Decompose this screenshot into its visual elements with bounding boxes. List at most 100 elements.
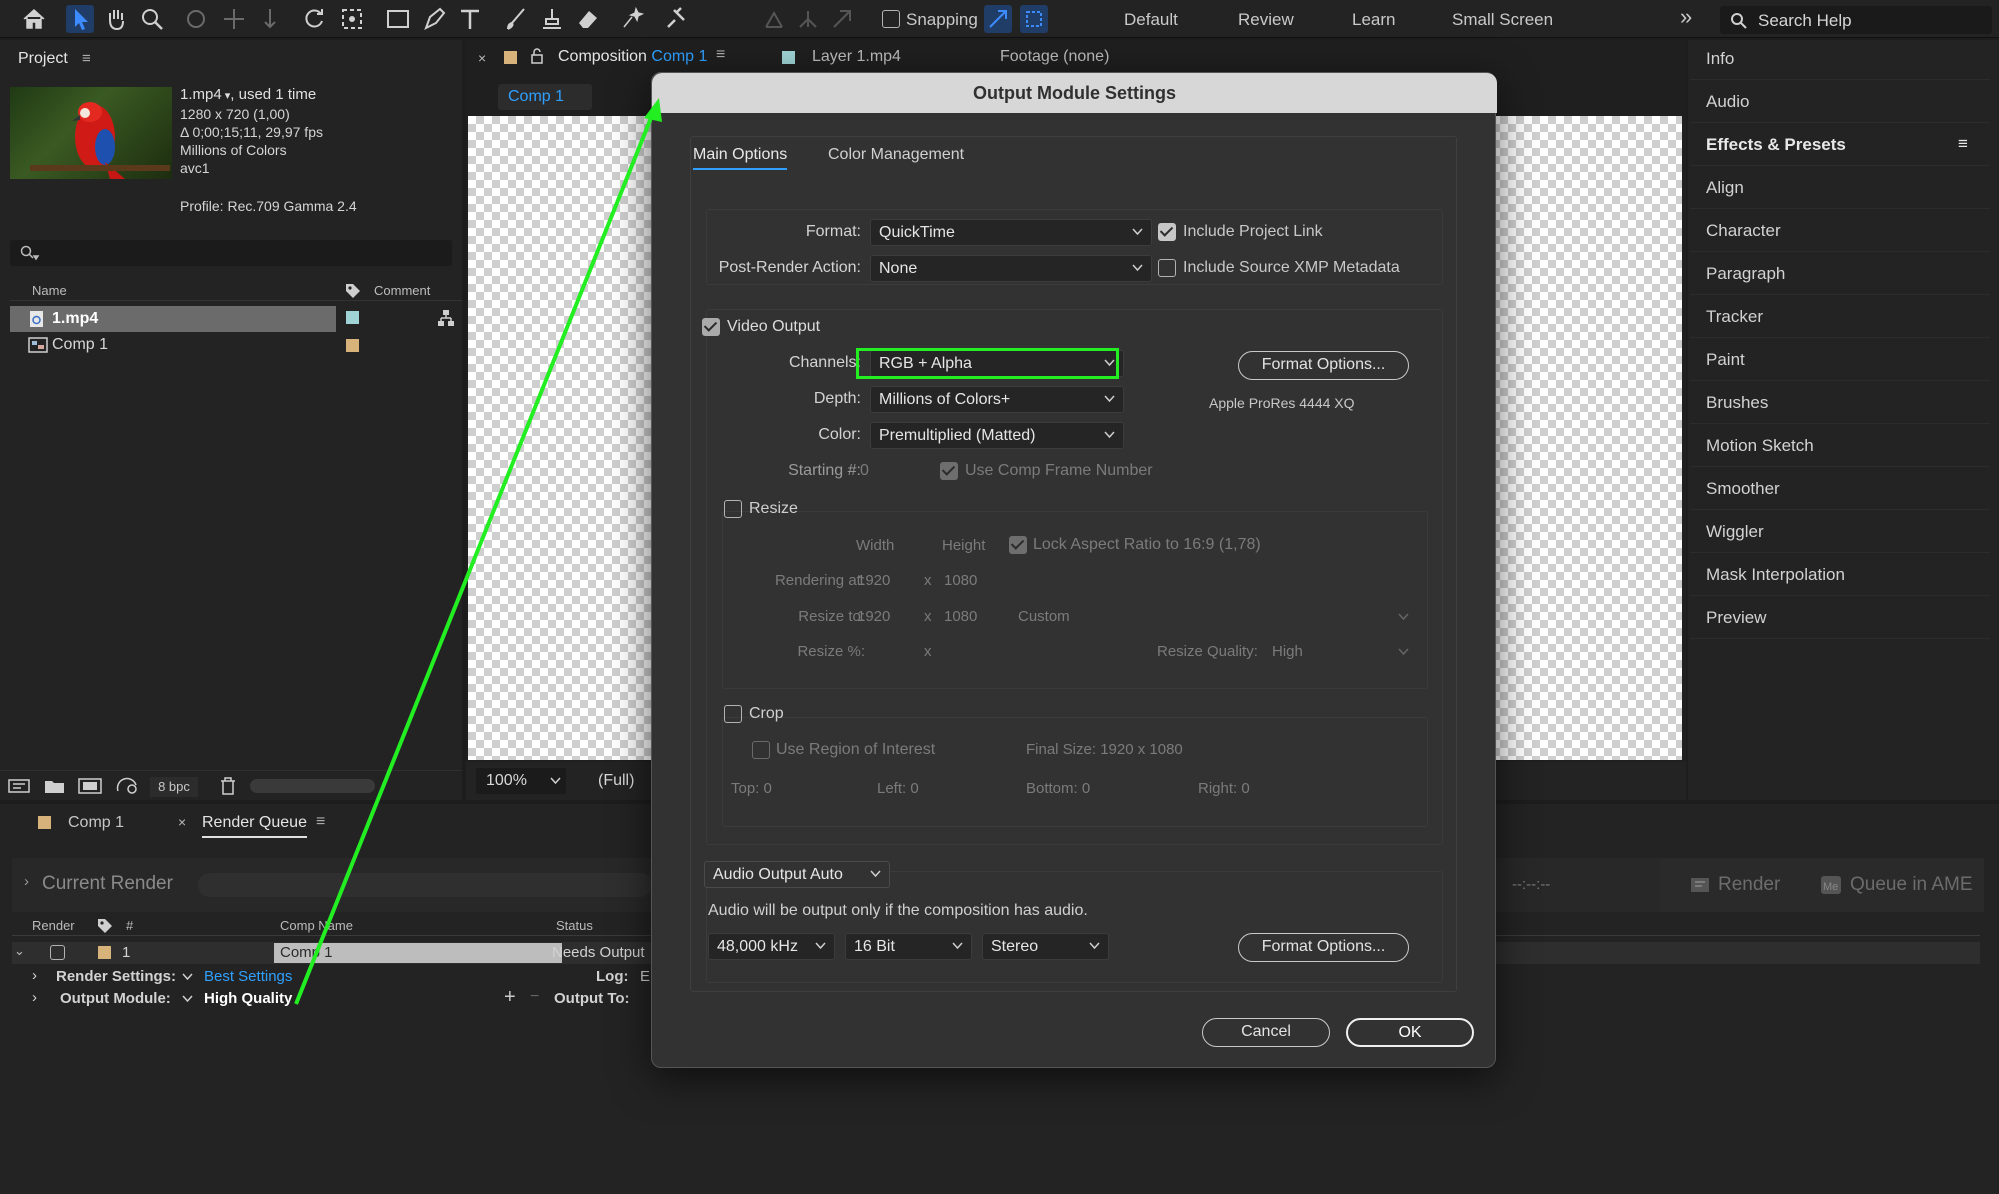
panel-menu-icon[interactable]: ≡ [716, 46, 725, 64]
panel-menu-icon[interactable]: ≡ [316, 813, 325, 831]
queue-item-comp-name[interactable]: Comp 1 [274, 943, 562, 963]
expand-chevron-icon[interactable]: › [32, 967, 37, 984]
sample-rate-dropdown[interactable]: 48,000 kHz [708, 933, 835, 960]
panel-effects-presets[interactable]: Effects & Presets ≡ [1690, 124, 1990, 166]
anchor-point-tool-icon[interactable] [338, 5, 366, 33]
tab-main-options[interactable]: Main Options [693, 146, 788, 170]
add-output-module-icon[interactable]: + [504, 986, 516, 1009]
workspace-small-screen[interactable]: Small Screen [1452, 10, 1553, 30]
panel-motion-sketch[interactable]: Motion Sketch [1690, 425, 1990, 467]
project-tab[interactable]: Project [18, 50, 68, 68]
pan-camera-icon[interactable] [220, 5, 248, 33]
label-swatch[interactable] [346, 339, 359, 352]
col-number-header[interactable]: # [126, 918, 133, 933]
crop-top[interactable]: Top: 0 [731, 780, 772, 797]
dolly-camera-icon[interactable] [256, 5, 284, 33]
panel-paragraph[interactable]: Paragraph [1690, 253, 1990, 295]
magnification-dropdown[interactable]: 100% [476, 768, 566, 794]
post-render-dropdown[interactable]: None [870, 255, 1152, 282]
render-queue-tab[interactable]: Render Queue [202, 814, 307, 838]
chevron-down-icon[interactable] [182, 995, 193, 1003]
render-settings-value[interactable]: Best Settings [204, 968, 292, 985]
resize-height-input[interactable]: 1080 [944, 608, 977, 625]
use-region-of-interest-checkbox[interactable] [752, 741, 770, 759]
include-xmp-checkbox[interactable] [1158, 259, 1176, 277]
label-tag-icon[interactable] [96, 917, 114, 933]
use-comp-frame-checkbox[interactable] [940, 462, 958, 480]
render-checkbox[interactable] [50, 945, 65, 960]
new-composition-icon[interactable] [78, 777, 102, 795]
panel-menu-icon[interactable]: ≡ [82, 50, 91, 67]
cancel-button[interactable]: Cancel [1202, 1018, 1330, 1047]
align-axis-world-icon[interactable] [794, 5, 822, 33]
workspace-default[interactable]: Default [1124, 10, 1178, 30]
remove-output-module-icon[interactable]: − [530, 988, 539, 1006]
selection-tool-icon[interactable] [66, 5, 94, 33]
panel-wiggler[interactable]: Wiggler [1690, 511, 1990, 553]
panel-brushes[interactable]: Brushes [1690, 382, 1990, 424]
render-button[interactable]: Render [1718, 874, 1780, 896]
crop-bottom[interactable]: Bottom: 0 [1026, 780, 1090, 797]
crop-checkbox[interactable] [724, 705, 742, 723]
panel-tracker[interactable]: Tracker [1690, 296, 1990, 338]
color-dropdown[interactable]: Premultiplied (Matted) [870, 422, 1124, 449]
flowchart-icon[interactable] [436, 308, 456, 328]
zoom-tool-icon[interactable] [138, 5, 166, 33]
roto-brush-tool-icon[interactable] [618, 5, 646, 33]
home-icon[interactable] [20, 5, 48, 33]
hand-tool-icon[interactable] [102, 5, 130, 33]
panel-menu-icon[interactable]: ≡ [1958, 134, 1968, 154]
lock-aspect-checkbox[interactable] [1009, 536, 1027, 554]
output-module-value[interactable]: High Quality [204, 990, 292, 1007]
close-tab-icon[interactable]: × [478, 50, 486, 66]
chevron-down-icon[interactable] [182, 973, 193, 981]
composition-tab[interactable]: Composition Comp 1 [558, 48, 707, 66]
clone-stamp-tool-icon[interactable] [538, 5, 566, 33]
col-render-header[interactable]: Render [32, 918, 75, 933]
audio-bit-depth-dropdown[interactable]: 16 Bit [845, 933, 972, 960]
resize-preset-dropdown[interactable]: Custom [1018, 604, 1414, 630]
snapping-checkbox[interactable] [882, 10, 900, 28]
rotation-tool-icon[interactable] [300, 5, 328, 33]
resize-quality-dropdown[interactable]: High [1272, 639, 1414, 665]
project-search-input[interactable] [10, 240, 452, 266]
depth-dropdown[interactable]: Millions of Colors+ [870, 386, 1124, 413]
crop-right[interactable]: Right: 0 [1198, 780, 1250, 797]
brush-tool-icon[interactable] [502, 5, 530, 33]
snap-features-icon[interactable] [1020, 5, 1048, 33]
include-project-link-checkbox[interactable] [1158, 223, 1176, 241]
queue-in-ame-button[interactable]: Queue in AME [1850, 874, 1973, 896]
eraser-tool-icon[interactable] [574, 5, 602, 33]
orbit-camera-icon[interactable] [182, 5, 210, 33]
panel-preview[interactable]: Preview [1690, 597, 1990, 639]
thumbnail-size-slider[interactable] [250, 779, 375, 793]
align-axis-local-icon[interactable] [760, 5, 788, 33]
workspace-learn[interactable]: Learn [1352, 10, 1395, 30]
new-folder-icon[interactable] [44, 777, 66, 795]
footage-tab[interactable]: Footage (none) [1000, 48, 1109, 66]
trash-icon[interactable] [218, 776, 238, 796]
interpret-footage-icon[interactable] [8, 777, 30, 795]
panel-smoother[interactable]: Smoother [1690, 468, 1990, 510]
search-help-input[interactable]: Search Help [1720, 6, 1992, 34]
more-workspaces-icon[interactable]: » [1680, 4, 1692, 30]
expand-chevron-icon[interactable]: › [32, 989, 37, 1006]
panel-align[interactable]: Align [1690, 167, 1990, 209]
panel-character[interactable]: Character [1690, 210, 1990, 252]
video-format-options-button[interactable]: Format Options... [1238, 351, 1409, 380]
comp-flowchart-tab[interactable]: Comp 1 [498, 84, 592, 110]
project-settings-icon[interactable] [116, 777, 140, 795]
crop-left[interactable]: Left: 0 [877, 780, 919, 797]
audio-format-options-button[interactable]: Format Options... [1238, 933, 1409, 962]
log-value[interactable]: E [640, 968, 650, 985]
col-comment-header[interactable]: Comment [374, 283, 430, 298]
align-axis-view-icon[interactable] [828, 5, 856, 33]
expand-chevron-icon[interactable]: › [24, 873, 29, 890]
close-tab-icon[interactable]: × [178, 814, 186, 830]
audio-output-dropdown[interactable]: Audio Output Auto [704, 861, 890, 888]
resize-width-input[interactable]: 1920 [857, 608, 890, 625]
project-item-footage[interactable]: 1.mp4 [10, 306, 336, 332]
pen-tool-icon[interactable] [420, 5, 448, 33]
col-name-header[interactable]: Name [32, 283, 67, 298]
panel-info[interactable]: Info [1690, 38, 1990, 80]
